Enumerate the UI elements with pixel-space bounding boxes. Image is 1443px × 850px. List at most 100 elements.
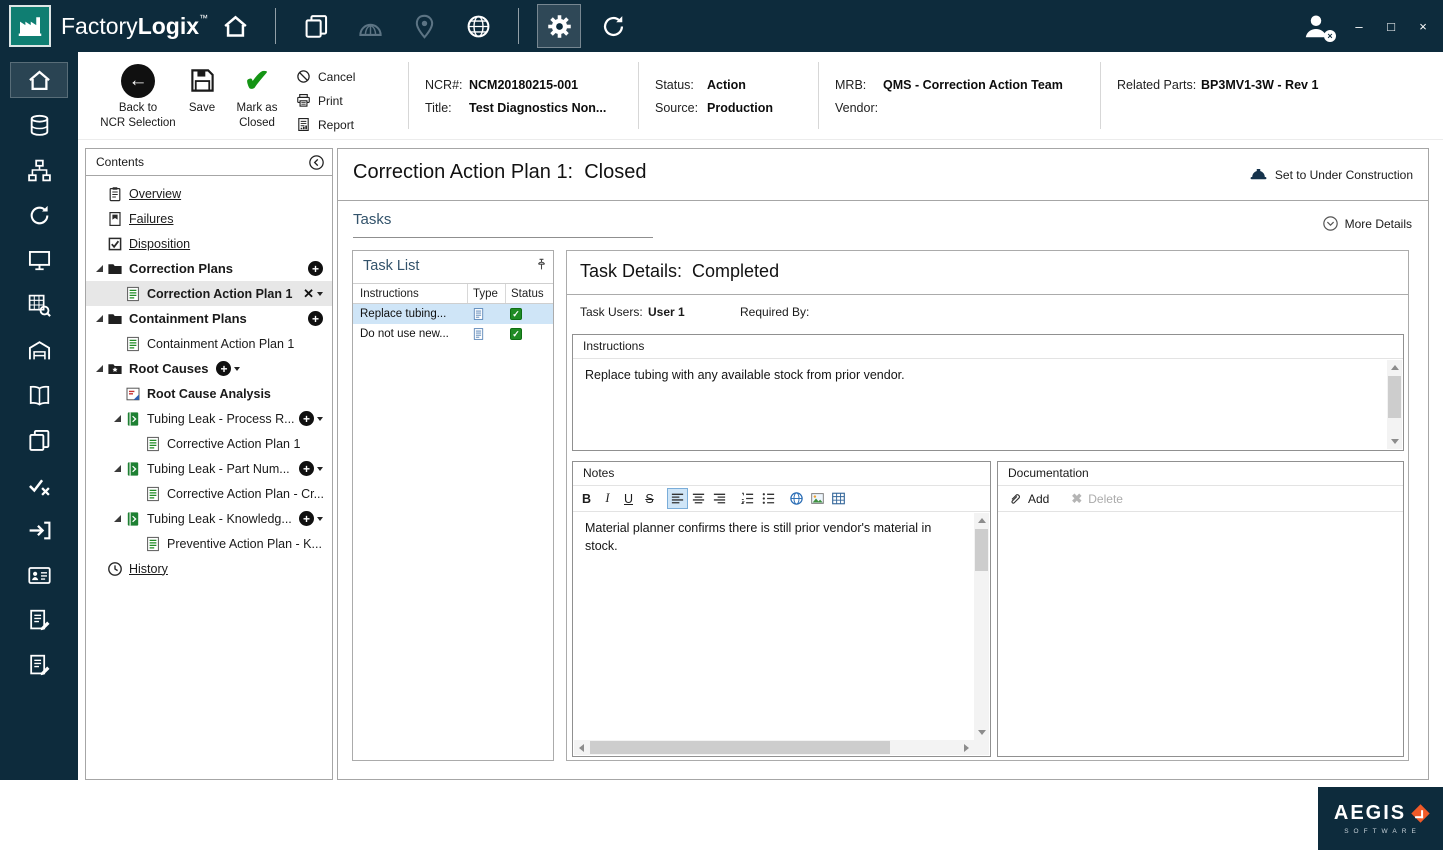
minimize-button[interactable]: – [1347,13,1371,39]
notes-horizontal-scrollbar[interactable] [574,740,974,755]
rail-edit-document-alt-button[interactable] [10,647,68,683]
align-center-button[interactable] [688,488,709,509]
bold-button[interactable]: B [576,488,597,509]
instructions-scrollbar[interactable] [1387,360,1402,449]
insert-image-button[interactable] [807,488,828,509]
rail-warehouse-button[interactable] [10,332,68,368]
expander-icon[interactable] [94,262,107,275]
task-row[interactable]: Replace tubing... ✓ [353,304,553,324]
world-button[interactable] [456,4,500,48]
tree-item-overview[interactable]: Overview [86,181,332,206]
process-flow-icon [27,158,52,183]
bullet-list-button[interactable] [758,488,779,509]
more-details-button[interactable]: More Details [1322,215,1412,232]
rail-process-flow-button[interactable] [10,152,68,188]
tree-item-corrective-action-plan-cr[interactable]: Corrective Action Plan - Cr... [86,481,332,506]
set-under-construction-button[interactable]: Set to Under Construction [1249,165,1413,184]
add-plan-button[interactable]: + [299,511,314,526]
column-type[interactable]: Type [467,284,505,303]
rail-revision-history-button[interactable] [10,197,68,233]
numbered-list-button[interactable] [737,488,758,509]
tree-item-tubing-leak-process[interactable]: Tubing Leak - Process R...+ [86,406,332,431]
italic-button[interactable]: I [597,488,618,509]
status-value: Action [707,78,746,92]
tree-item-correction-plans[interactable]: Correction Plans+ [86,256,332,281]
collapse-panel-button[interactable] [308,154,325,171]
strikethrough-button[interactable]: S [639,488,660,509]
tree-item-preventive-action-plan-k[interactable]: Preventive Action Plan - K... [86,531,332,556]
rail-pass-fail-button[interactable] [10,467,68,503]
tree-item-history[interactable]: History [86,556,332,581]
expander-icon[interactable] [112,462,125,475]
dropdown-caret-icon[interactable] [234,367,240,371]
tree-item-correction-action-plan-1[interactable]: Correction Action Plan 1✕ [86,281,332,306]
tree-item-disposition[interactable]: Disposition [86,231,332,256]
align-left-button[interactable] [667,488,688,509]
tree-item-root-causes[interactable]: Root Causes+ [86,356,332,381]
add-attachment-button[interactable]: Add [1008,492,1049,506]
column-instructions[interactable]: Instructions [353,284,467,303]
print-button[interactable]: Print [296,93,355,108]
insert-table-button[interactable] [828,488,849,509]
notes-vertical-scrollbar[interactable] [974,513,989,740]
task-row[interactable]: Do not use new... ✓ [353,324,553,344]
network-button[interactable] [348,4,392,48]
delete-attachment-button[interactable]: ✖Delete [1071,492,1123,506]
expander-icon[interactable] [112,412,125,425]
rail-home-button[interactable] [10,62,68,98]
expander-icon[interactable] [112,512,125,525]
dropdown-caret-icon[interactable] [317,417,323,421]
notes-text[interactable]: Material planner confirms there is still… [573,512,990,555]
expander-icon[interactable] [94,312,107,325]
rail-copy-button[interactable] [10,422,68,458]
remove-plan-button[interactable]: ✕ [303,287,314,300]
settings-button[interactable] [537,4,581,48]
rail-edit-document-button[interactable] [10,602,68,638]
tree-item-tubing-leak-knowledge[interactable]: Tubing Leak - Knowledg...+ [86,506,332,531]
rail-database-button[interactable] [10,107,68,143]
dropdown-caret-icon[interactable] [317,292,323,296]
insert-link-button[interactable] [786,488,807,509]
column-status[interactable]: Status [505,284,553,303]
pin-panel-button[interactable] [535,258,548,271]
rail-documentation-button[interactable] [10,377,68,413]
tree-item-containment-plans[interactable]: Containment Plans+ [86,306,332,331]
dropdown-caret-icon[interactable] [317,517,323,521]
add-plan-button[interactable]: + [299,411,314,426]
location-button[interactable] [402,4,446,48]
tree-item-corrective-action-plan-1[interactable]: Corrective Action Plan 1 [86,431,332,456]
save-button[interactable]: Save [178,62,226,139]
back-to-ncr-selection-button[interactable]: ← Back toNCR Selection [98,62,178,139]
close-button[interactable]: × [1411,13,1435,39]
tree-item-tubing-leak-part-num[interactable]: Tubing Leak - Part Num...+ [86,456,332,481]
rail-workstation-button[interactable] [10,242,68,278]
rail-lot-search-button[interactable] [10,287,68,323]
folder-icon [107,261,123,277]
cancel-button[interactable]: Cancel [296,69,355,84]
tree-item-containment-action-plan-1[interactable]: Containment Action Plan 1 [86,331,332,356]
user-button[interactable]: × [1301,11,1331,41]
align-right-button[interactable] [709,488,730,509]
instructions-text[interactable]: Replace tubing with any available stock … [573,359,1403,390]
history-button[interactable] [591,4,635,48]
add-root-cause-button[interactable]: + [216,361,231,376]
brand-text: FactoryLogix™ [61,13,208,40]
rail-material-transfer-button[interactable] [10,512,68,548]
home-button[interactable] [213,4,257,48]
report-button[interactable]: Report [296,117,355,132]
tree-item-root-cause-analysis[interactable]: Root Cause Analysis [86,381,332,406]
rail-id-card-button[interactable] [10,557,68,593]
task-details-title: Task Details: Completed [580,261,779,282]
pages-icon [27,428,52,453]
add-plan-button[interactable]: + [299,461,314,476]
mark-as-closed-button[interactable]: ✔ Mark asClosed [226,62,288,139]
maximize-button[interactable]: □ [1379,13,1403,39]
documents-button[interactable] [294,4,338,48]
add-correction-plan-button[interactable]: + [308,261,323,276]
expander-icon[interactable] [94,362,107,375]
titlebar-separator [518,8,519,44]
add-containment-plan-button[interactable]: + [308,311,323,326]
dropdown-caret-icon[interactable] [317,467,323,471]
underline-button[interactable]: U [618,488,639,509]
tree-item-failures[interactable]: Failures [86,206,332,231]
